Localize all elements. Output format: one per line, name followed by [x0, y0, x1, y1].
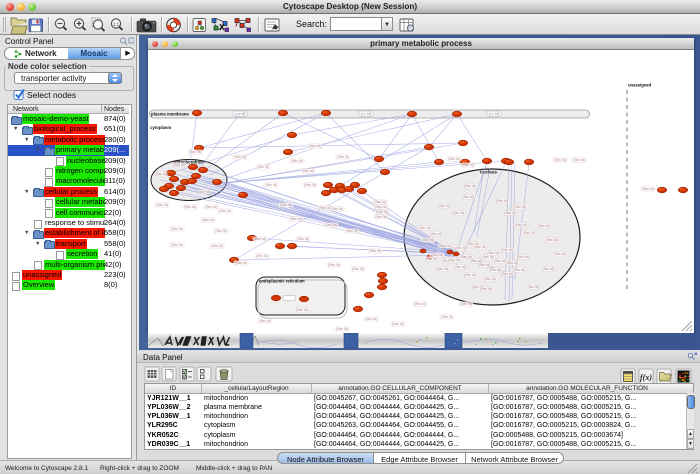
svg-text:(Sec ld): (Sec ld): [438, 204, 450, 208]
svg-text:(Sec ld): (Sec ld): [309, 144, 321, 148]
svg-text:(Sec ld): (Sec ld): [257, 165, 269, 169]
svg-text:(Sec ld): (Sec ld): [527, 285, 539, 289]
svg-text:(Sec ld): (Sec ld): [376, 210, 388, 214]
svg-text:(Sec ld): (Sec ld): [215, 229, 227, 233]
svg-text:(Sec ld): (Sec ld): [336, 327, 348, 331]
svg-text:(Sec ld): (Sec ld): [419, 226, 431, 230]
svg-text:(Sec ld): (Sec ld): [202, 218, 214, 222]
svg-text:(Sec ld): (Sec ld): [460, 302, 472, 306]
svg-text:(Sec ld): (Sec ld): [291, 159, 303, 163]
svg-text:(Sec ld): (Sec ld): [296, 308, 308, 312]
svg-text:(Sec ld): (Sec ld): [501, 272, 513, 276]
svg-text:(Sec ld): (Sec ld): [494, 259, 506, 263]
svg-text:endoplasmic reticulum: endoplasmic reticulum: [259, 279, 305, 284]
svg-text:(Sec ld): (Sec ld): [156, 203, 168, 207]
svg-text:(Sec ld): (Sec ld): [513, 268, 525, 272]
svg-text:(Sec ld): (Sec ld): [484, 277, 496, 281]
svg-text:(Sec ld): (Sec ld): [328, 263, 340, 267]
svg-text:(Sec ld): (Sec ld): [501, 248, 513, 252]
svg-text:(Sec ld): (Sec ld): [504, 211, 516, 215]
svg-text:(Sec ld): (Sec ld): [198, 190, 210, 194]
svg-text:(Sec ld): (Sec ld): [441, 315, 453, 319]
svg-text:(Sec ld): (Sec ld): [478, 263, 490, 267]
svg-text:(Sec ld): (Sec ld): [474, 245, 486, 249]
svg-text:(Sec ld): (Sec ld): [642, 187, 654, 191]
svg-text:(Sec ld): (Sec ld): [375, 215, 387, 219]
svg-text:(Sec ld): (Sec ld): [573, 158, 585, 162]
svg-text:(Sec ld): (Sec ld): [452, 211, 464, 215]
svg-text:(Sec ld): (Sec ld): [211, 244, 223, 248]
svg-text:[== ld]: [== ld]: [235, 112, 245, 116]
svg-text:(Sec ld): (Sec ld): [514, 205, 526, 209]
svg-text:(Sec ld): (Sec ld): [280, 203, 292, 207]
svg-text:(Sec ld): (Sec ld): [352, 267, 364, 271]
svg-text:(Sec ld): (Sec ld): [464, 184, 476, 188]
svg-text:(Sec ld): (Sec ld): [337, 155, 349, 159]
svg-text:(Sec ld): (Sec ld): [392, 322, 404, 326]
svg-text:(Sec ld): (Sec ld): [369, 249, 381, 253]
svg-text:(Sec ld): (Sec ld): [448, 157, 460, 161]
svg-text:(Sec ld): (Sec ld): [325, 223, 337, 227]
svg-text:(Sec ld): (Sec ld): [302, 169, 314, 173]
svg-text:(Sec ld): (Sec ld): [254, 237, 266, 241]
svg-text:(Sec ld): (Sec ld): [205, 205, 217, 209]
svg-text:(Sec ld): (Sec ld): [235, 261, 247, 265]
svg-text:unassigned: unassigned: [628, 83, 652, 88]
svg-text:(Sec ld): (Sec ld): [515, 223, 527, 227]
svg-text:(Sec ld): (Sec ld): [496, 199, 508, 203]
svg-text:(Sec ld): (Sec ld): [346, 229, 358, 233]
svg-text:(Sec ld): (Sec ld): [319, 206, 331, 210]
svg-text:(Sec ld): (Sec ld): [155, 172, 167, 176]
svg-text:(Sec ld): (Sec ld): [554, 252, 566, 256]
svg-text:(Sec ld): (Sec ld): [430, 232, 442, 236]
svg-text:1:1: 1:1: [113, 22, 120, 27]
svg-text:(Sec ld): (Sec ld): [487, 251, 499, 255]
svg-text:(Sec ld): (Sec ld): [482, 255, 494, 259]
svg-text:(Sec ld): (Sec ld): [365, 317, 377, 321]
svg-text:(Sec ld): (Sec ld): [523, 231, 535, 235]
svg-text:(Sec ld): (Sec ld): [425, 257, 437, 261]
svg-text:(Sec ld): (Sec ld): [439, 244, 451, 248]
svg-text:(Sec ld): (Sec ld): [546, 238, 558, 242]
svg-text:(Sec ld): (Sec ld): [455, 246, 467, 250]
svg-text:(Sec ld): (Sec ld): [171, 227, 183, 231]
svg-text:(Sec ld): (Sec ld): [189, 150, 201, 154]
svg-text:(Sec ld): (Sec ld): [506, 261, 518, 265]
svg-text:(Sec ld): (Sec ld): [554, 158, 566, 162]
svg-text:(Sec ld): (Sec ld): [422, 238, 434, 242]
svg-text:(Sec ld): (Sec ld): [374, 200, 386, 204]
svg-text:(Sec ld): (Sec ld): [480, 287, 492, 291]
svg-text:(Sec ld): (Sec ld): [489, 268, 501, 272]
svg-text:(Sec ld): (Sec ld): [265, 183, 277, 187]
svg-text:cytoplasm: cytoplasm: [150, 125, 171, 130]
svg-text:(Sec ld): (Sec ld): [234, 155, 246, 159]
svg-text:(Sec ld): (Sec ld): [259, 319, 271, 323]
svg-text:(Sec ld): (Sec ld): [436, 267, 448, 271]
svg-text:(Sec ld): (Sec ld): [290, 217, 302, 221]
svg-text:plasma membrane: plasma membrane: [151, 112, 189, 117]
svg-text:(Sec ld): (Sec ld): [184, 205, 196, 209]
svg-text:(Sec ld): (Sec ld): [331, 207, 343, 211]
svg-text:(Sec ld): (Sec ld): [448, 258, 460, 262]
svg-text:f(x): f(x): [640, 373, 652, 382]
svg-text:(Sec ld): (Sec ld): [517, 255, 529, 259]
svg-text:(Sec ld): (Sec ld): [542, 267, 554, 271]
svg-text:(Sec ld): (Sec ld): [462, 195, 474, 199]
svg-text:(Sec ld): (Sec ld): [538, 224, 550, 228]
svg-text:(Sec ld): (Sec ld): [304, 183, 316, 187]
svg-text:[== ld]: [== ld]: [361, 112, 371, 116]
svg-text:[== ld]: [== ld]: [489, 112, 499, 116]
svg-text:(Sec ld): (Sec ld): [462, 163, 474, 167]
svg-text:(Sec ld): (Sec ld): [219, 209, 231, 213]
svg-text:(Sec ld): (Sec ld): [256, 254, 268, 258]
svg-text:(Sec ld): (Sec ld): [173, 163, 185, 167]
svg-text:(Sec ld): (Sec ld): [414, 302, 426, 306]
svg-text:(Sec ld): (Sec ld): [297, 237, 309, 241]
svg-text:(Sec ld): (Sec ld): [454, 265, 466, 269]
svg-text:(Sec ld): (Sec ld): [171, 243, 183, 247]
svg-text:(Sec ld): (Sec ld): [464, 273, 476, 277]
svg-text:(Sec ld): (Sec ld): [375, 205, 387, 209]
